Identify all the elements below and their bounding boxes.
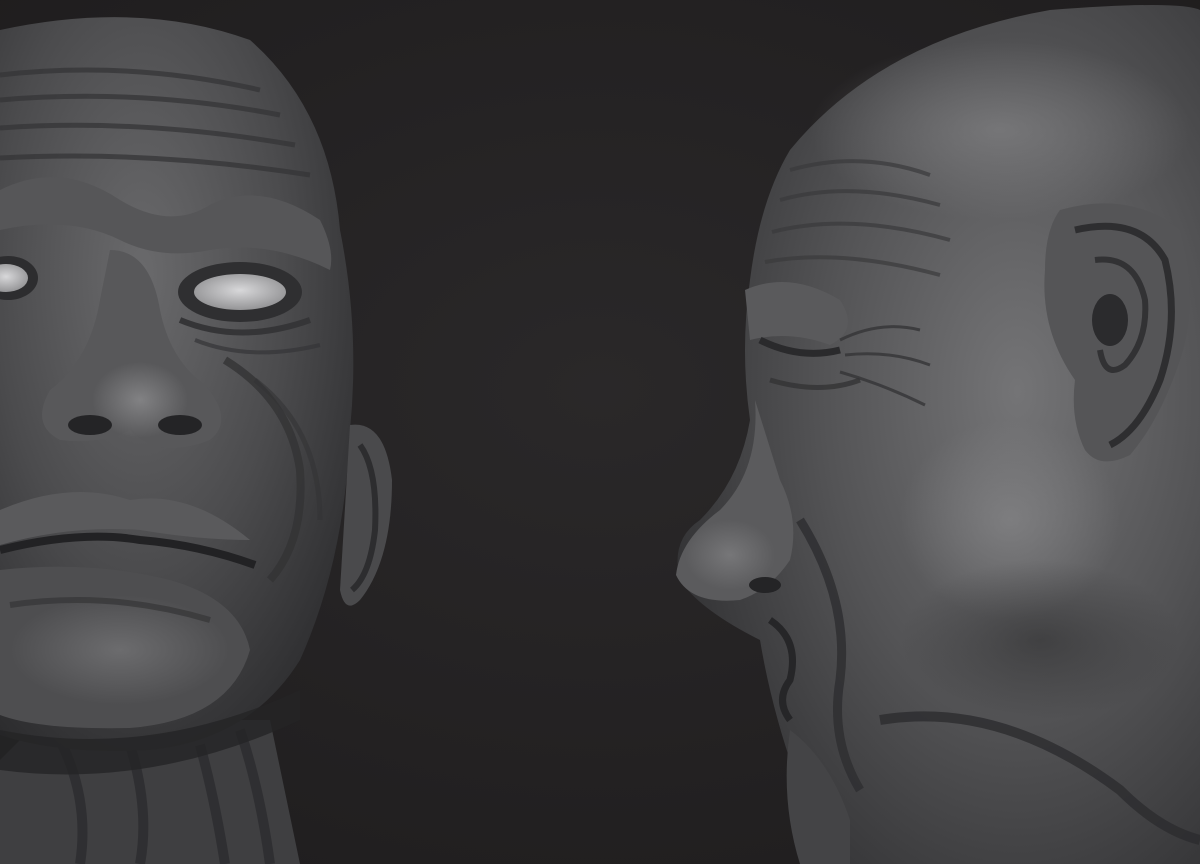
sculpt-render-image — [0, 0, 1200, 864]
eye-right — [194, 274, 286, 310]
sculpt-render-canvas — [0, 0, 1200, 864]
